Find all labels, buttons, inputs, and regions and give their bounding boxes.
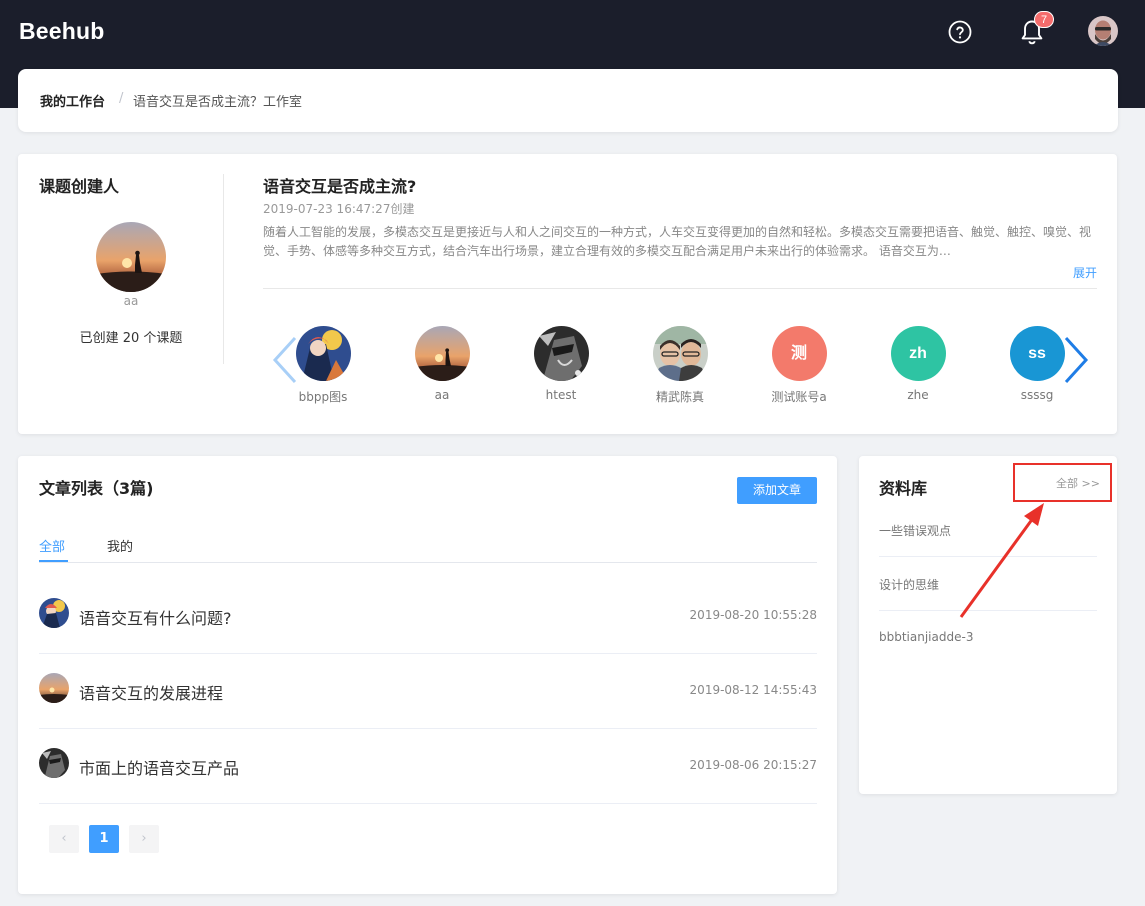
member-item[interactable]: 测 测试账号a <box>754 326 844 405</box>
tab-all[interactable]: 全部 <box>39 536 65 555</box>
breadcrumb: 我的工作台 / 语音交互是否成主流？工作室 <box>18 69 1118 132</box>
article-date: 2019-08-20 10:55:28 <box>689 608 817 622</box>
add-article-button[interactable]: 添加文章 <box>737 477 817 504</box>
article-author-avatar <box>39 748 69 778</box>
member-name: zhe <box>907 388 929 402</box>
help-circle-icon[interactable] <box>948 20 972 44</box>
library-title: 资料库 <box>879 479 928 498</box>
pagination-prev-button[interactable]: ‹ <box>49 825 79 853</box>
article-author-avatar <box>39 673 69 703</box>
member-avatar <box>533 326 589 381</box>
topic-overview-card: 课题创建人 aa 已创建 20 个课题 语音交互是否成主流? 2019-07-2… <box>18 154 1117 434</box>
topic-description: 随着人工智能的发展，多模态交互是更接近与人和人之间交互的一种方式，人车交互变得更… <box>263 225 1092 258</box>
app-logo[interactable]: Beehub <box>19 18 105 45</box>
member-avatar: ss <box>1009 326 1065 381</box>
article-list-title: 文章列表（3篇) <box>39 479 154 498</box>
article-row[interactable]: 市面上的语音交互产品 2019-08-06 20:15:27 <box>39 729 817 804</box>
article-row[interactable]: 语音交互的发展进程 2019-08-12 14:55:43 <box>39 654 817 729</box>
member-name: ssssg <box>1020 388 1054 402</box>
tab-baseline <box>39 562 817 563</box>
notification-count-badge: 7 <box>1034 11 1054 28</box>
creator-section-title: 课题创建人 <box>39 177 120 196</box>
article-date: 2019-08-12 14:55:43 <box>689 683 817 697</box>
member-item[interactable]: htest <box>516 326 606 402</box>
article-list-card: 文章列表（3篇) 添加文章 全部 我的 语音交互有什么问题? 2019-08-2… <box>18 456 837 894</box>
article-title[interactable]: 市面上的语音交互产品 <box>79 755 239 779</box>
tab-mine[interactable]: 我的 <box>107 536 133 555</box>
article-row[interactable]: 语音交互有什么问题? 2019-08-20 10:55:28 <box>39 579 817 654</box>
annotation-arrow <box>959 503 1044 618</box>
member-avatar <box>295 326 351 381</box>
member-avatar <box>652 326 708 381</box>
creator-name: aa <box>123 294 139 308</box>
member-avatar <box>414 326 470 381</box>
member-item[interactable]: bbpp图s <box>278 326 368 405</box>
member-avatar: zh <box>890 326 946 381</box>
topic-divider <box>263 288 1097 289</box>
pagination-page-button[interactable]: 1 <box>89 825 119 853</box>
member-name: bbpp图s <box>298 390 348 404</box>
member-avatar: 测 <box>771 326 827 381</box>
creator-avatar[interactable] <box>96 222 166 292</box>
topic-title: 语音交互是否成主流? <box>263 177 417 196</box>
expand-description-link[interactable]: 展开 <box>1073 264 1097 281</box>
pagination-next-button[interactable]: › <box>129 825 159 853</box>
breadcrumb-home-link[interactable]: 我的工作台 <box>40 91 105 110</box>
article-date: 2019-08-06 20:15:27 <box>689 758 817 772</box>
member-item[interactable]: zh zhe <box>873 326 963 402</box>
member-name: htest <box>545 388 577 402</box>
member-item[interactable]: 精武陈真 <box>635 326 725 405</box>
article-title[interactable]: 语音交互有什么问题? <box>79 605 232 629</box>
active-tab-indicator <box>39 560 68 562</box>
member-name: aa <box>434 388 450 402</box>
breadcrumb-separator: / <box>119 91 124 106</box>
section-divider <box>223 174 224 364</box>
article-title[interactable]: 语音交互的发展进程 <box>79 680 223 704</box>
article-author-avatar <box>39 598 69 628</box>
creator-topic-count: 已创建 20 个课题 <box>79 331 183 346</box>
annotation-highlight-box <box>1013 463 1112 502</box>
member-name: 精武陈真 <box>655 390 704 404</box>
user-avatar[interactable] <box>1088 16 1118 46</box>
chevron-right-icon[interactable] <box>1062 336 1090 384</box>
member-name: 测试账号a <box>771 390 827 404</box>
breadcrumb-current: 语音交互是否成主流？工作室 <box>133 95 303 110</box>
member-item[interactable]: aa <box>397 326 487 402</box>
topic-created-time: 2019-07-23 16:47:27创建 <box>263 202 415 216</box>
